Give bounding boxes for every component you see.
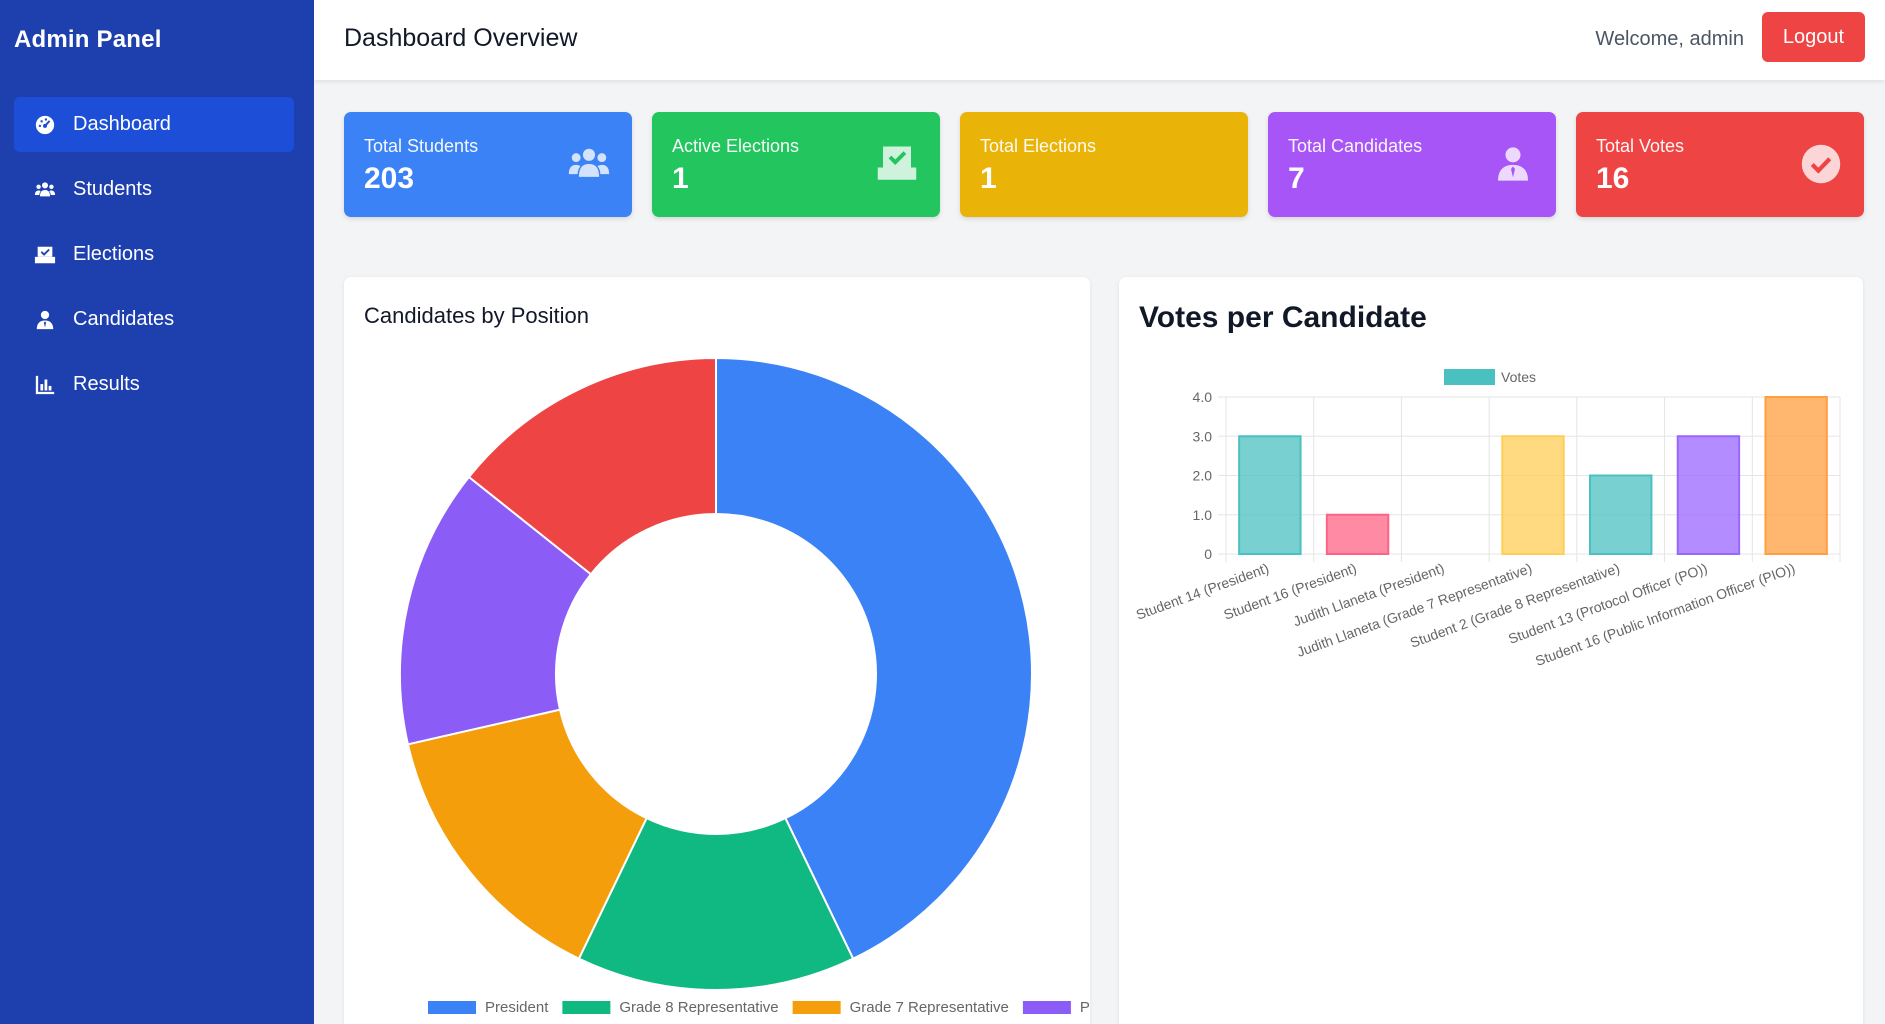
sidebar-item-label: Dashboard bbox=[73, 113, 171, 135]
legend-swatch bbox=[1444, 369, 1495, 385]
votes-per-candidate-panel: Votes per Candidate Votes 0 1.0 2.0 3.0 4.0 St… bbox=[1119, 277, 1863, 1024]
stat-value: 1 bbox=[672, 162, 689, 195]
stat-label: Total Candidates bbox=[1288, 136, 1423, 156]
check-circle-icon bbox=[1796, 142, 1846, 186]
stat-value: 7 bbox=[1288, 162, 1305, 195]
sidebar-item-label: Results bbox=[73, 373, 140, 395]
sidebar-item-dashboard[interactable]: Dashboard bbox=[14, 97, 294, 152]
welcome-text: Welcome, admin bbox=[1595, 28, 1744, 50]
sidebar-item-students[interactable]: Students bbox=[14, 162, 294, 217]
stats-row: Total Students 203 Active Elections 1 To… bbox=[344, 112, 1864, 217]
stat-card-total-votes: Total Votes 16 bbox=[1576, 112, 1864, 217]
user-tie-icon bbox=[33, 308, 57, 332]
sidebar-item-elections[interactable]: Elections bbox=[14, 227, 294, 282]
sidebar-item-label: Students bbox=[73, 178, 152, 200]
stat-label: Total Students bbox=[364, 136, 479, 156]
sidebar-item-results[interactable]: Results bbox=[14, 357, 294, 412]
y-tick-label: 0 bbox=[1204, 546, 1212, 562]
users-icon bbox=[33, 178, 57, 202]
y-tick-label: 1.0 bbox=[1193, 507, 1213, 523]
sidebar-nav: Dashboard Students Elections Candidates … bbox=[14, 97, 294, 422]
bar[interactable] bbox=[1764, 396, 1828, 555]
stat-card-active-elections: Active Elections 1 bbox=[652, 112, 940, 217]
logout-button[interactable]: Logout bbox=[1762, 12, 1865, 62]
legend-swatch bbox=[1022, 1001, 1071, 1014]
bar-chart-icon bbox=[33, 373, 57, 397]
stat-card-total-students: Total Students 203 bbox=[344, 112, 632, 217]
legend-swatch bbox=[562, 1001, 611, 1014]
dashboard-gauge-icon bbox=[33, 113, 57, 137]
vote-box-icon bbox=[872, 142, 922, 186]
stat-label: Total Votes bbox=[1596, 136, 1685, 156]
bar[interactable] bbox=[1501, 435, 1565, 555]
sidebar-item-candidates[interactable]: Candidates bbox=[14, 292, 294, 347]
stat-label: Total Elections bbox=[980, 136, 1097, 156]
user-tie-icon bbox=[1488, 142, 1538, 186]
bar[interactable] bbox=[1676, 435, 1741, 555]
stat-value: 1 bbox=[980, 162, 997, 195]
y-tick-label: 3.0 bbox=[1193, 428, 1213, 444]
candidates-doughnut-chart: President Grade 8 Representative Grade 7 R… bbox=[399, 356, 1090, 1016]
sidebar: Admin Panel Dashboard Students Elections… bbox=[0, 0, 314, 1024]
bar[interactable] bbox=[1589, 474, 1653, 555]
sidebar-item-label: Candidates bbox=[73, 308, 175, 330]
votes-bar-chart: Votes01.02.03.04.0Student 14 (President)… bbox=[1134, 369, 1841, 669]
brand-title: Admin Panel bbox=[14, 26, 162, 53]
candidates-by-position-panel: Candidates by Position President Grade 8 … bbox=[344, 277, 1090, 1024]
stat-value: 16 bbox=[1596, 162, 1630, 195]
bar[interactable] bbox=[1238, 435, 1302, 555]
y-tick-label: 2.0 bbox=[1193, 468, 1213, 484]
topbar: Dashboard Overview Welcome, admin Logout bbox=[314, 0, 1885, 80]
page-title: Dashboard Overview bbox=[344, 24, 578, 52]
stat-card-total-candidates: Total Candidates 7 bbox=[1268, 112, 1556, 217]
bar[interactable] bbox=[1325, 513, 1390, 555]
y-tick-label: 4.0 bbox=[1193, 389, 1213, 405]
vote-box-icon bbox=[33, 243, 57, 267]
legend-label: Votes bbox=[1501, 369, 1536, 385]
legend-label: President bbox=[485, 999, 549, 1016]
legend-swatch bbox=[792, 1001, 841, 1014]
legend-label: Grade 8 Representative bbox=[619, 999, 778, 1016]
users-icon bbox=[564, 142, 614, 186]
stat-card-total-elections: Total Elections 1 bbox=[960, 112, 1248, 217]
legend-swatch bbox=[428, 1001, 476, 1014]
sidebar-item-label: Elections bbox=[73, 243, 155, 265]
stat-label: Active Elections bbox=[672, 136, 800, 156]
stat-value: 203 bbox=[364, 162, 415, 195]
legend-label: Protocol Officer (PO) bbox=[1080, 999, 1090, 1016]
legend-label: Grade 7 Representative bbox=[850, 999, 1009, 1016]
